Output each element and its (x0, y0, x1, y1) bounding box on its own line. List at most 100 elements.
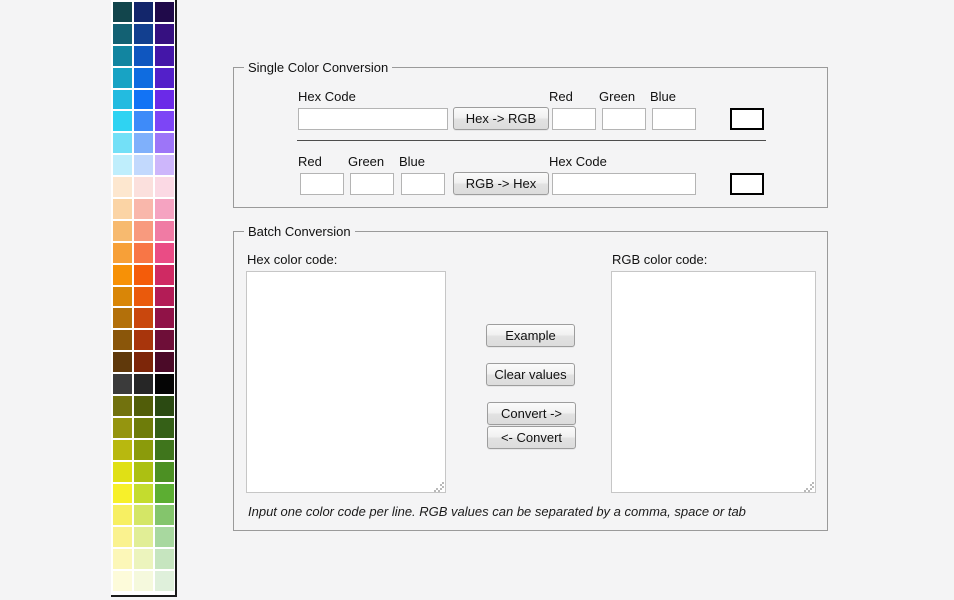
rgb-color-code-textarea[interactable] (611, 271, 816, 493)
palette-swatch-14-2[interactable] (155, 308, 174, 328)
rgb-to-hex-button[interactable]: RGB -> Hex (453, 172, 549, 195)
color-palette[interactable] (111, 0, 177, 597)
palette-swatch-26-0[interactable] (113, 571, 132, 591)
palette-swatch-2-0[interactable] (113, 46, 132, 66)
convert-right-button[interactable]: Convert -> (487, 402, 576, 425)
palette-swatch-15-2[interactable] (155, 330, 174, 350)
example-button[interactable]: Example (486, 324, 575, 347)
palette-swatch-24-0[interactable] (113, 527, 132, 547)
palette-swatch-6-0[interactable] (113, 133, 132, 153)
palette-swatch-7-0[interactable] (113, 155, 132, 175)
palette-swatch-6-1[interactable] (134, 133, 153, 153)
palette-swatch-4-1[interactable] (134, 90, 153, 110)
palette-swatch-12-1[interactable] (134, 265, 153, 285)
palette-swatch-22-1[interactable] (134, 484, 153, 504)
palette-swatch-9-2[interactable] (155, 199, 174, 219)
palette-swatch-17-2[interactable] (155, 374, 174, 394)
palette-swatch-16-2[interactable] (155, 352, 174, 372)
palette-swatch-21-2[interactable] (155, 462, 174, 482)
palette-swatch-3-0[interactable] (113, 68, 132, 88)
palette-swatch-21-1[interactable] (134, 462, 153, 482)
palette-swatch-24-2[interactable] (155, 527, 174, 547)
palette-swatch-19-1[interactable] (134, 418, 153, 438)
palette-swatch-23-1[interactable] (134, 505, 153, 525)
palette-swatch-23-2[interactable] (155, 505, 174, 525)
green-input-row2[interactable] (350, 173, 394, 195)
palette-swatch-4-2[interactable] (155, 90, 174, 110)
palette-swatch-19-2[interactable] (155, 418, 174, 438)
red-input-row2[interactable] (300, 173, 344, 195)
palette-swatch-5-0[interactable] (113, 111, 132, 131)
palette-swatch-10-1[interactable] (134, 221, 153, 241)
palette-swatch-18-2[interactable] (155, 396, 174, 416)
palette-swatch-1-2[interactable] (155, 24, 174, 44)
palette-swatch-4-0[interactable] (113, 90, 132, 110)
palette-swatch-16-1[interactable] (134, 352, 153, 372)
palette-swatch-18-1[interactable] (134, 396, 153, 416)
palette-swatch-17-0[interactable] (113, 374, 132, 394)
hex-to-rgb-button[interactable]: Hex -> RGB (453, 107, 549, 130)
palette-swatch-3-2[interactable] (155, 68, 174, 88)
palette-swatch-14-1[interactable] (134, 308, 153, 328)
palette-swatch-6-2[interactable] (155, 133, 174, 153)
palette-swatch-7-1[interactable] (134, 155, 153, 175)
palette-swatch-0-2[interactable] (155, 2, 174, 22)
palette-swatch-23-0[interactable] (113, 505, 132, 525)
palette-swatch-3-1[interactable] (134, 68, 153, 88)
clear-values-button[interactable]: Clear values (486, 363, 575, 386)
palette-swatch-5-2[interactable] (155, 111, 174, 131)
palette-swatch-14-0[interactable] (113, 308, 132, 328)
palette-swatch-5-1[interactable] (134, 111, 153, 131)
palette-swatch-11-1[interactable] (134, 243, 153, 263)
palette-row (113, 155, 174, 175)
palette-swatch-16-0[interactable] (113, 352, 132, 372)
palette-swatch-12-0[interactable] (113, 265, 132, 285)
palette-swatch-13-1[interactable] (134, 287, 153, 307)
palette-swatch-9-1[interactable] (134, 199, 153, 219)
palette-swatch-22-2[interactable] (155, 484, 174, 504)
palette-swatch-10-0[interactable] (113, 221, 132, 241)
palette-swatch-13-0[interactable] (113, 287, 132, 307)
hex-code-input-row2[interactable] (552, 173, 696, 195)
palette-swatch-20-1[interactable] (134, 440, 153, 460)
palette-swatch-9-0[interactable] (113, 199, 132, 219)
palette-swatch-26-1[interactable] (134, 571, 153, 591)
palette-swatch-2-1[interactable] (134, 46, 153, 66)
blue-input-row1[interactable] (652, 108, 696, 130)
blue-input-row2[interactable] (401, 173, 445, 195)
palette-swatch-1-1[interactable] (134, 24, 153, 44)
convert-left-button[interactable]: <- Convert (487, 426, 576, 449)
palette-swatch-0-0[interactable] (113, 2, 132, 22)
palette-swatch-22-0[interactable] (113, 484, 132, 504)
palette-row (113, 111, 174, 131)
palette-swatch-2-2[interactable] (155, 46, 174, 66)
palette-swatch-0-1[interactable] (134, 2, 153, 22)
palette-swatch-10-2[interactable] (155, 221, 174, 241)
red-input-row1[interactable] (552, 108, 596, 130)
palette-swatch-15-1[interactable] (134, 330, 153, 350)
palette-swatch-13-2[interactable] (155, 287, 174, 307)
palette-swatch-8-2[interactable] (155, 177, 174, 197)
palette-swatch-25-1[interactable] (134, 549, 153, 569)
palette-swatch-17-1[interactable] (134, 374, 153, 394)
green-input-row1[interactable] (602, 108, 646, 130)
palette-swatch-7-2[interactable] (155, 155, 174, 175)
palette-swatch-12-2[interactable] (155, 265, 174, 285)
palette-swatch-21-0[interactable] (113, 462, 132, 482)
palette-swatch-26-2[interactable] (155, 571, 174, 591)
palette-swatch-15-0[interactable] (113, 330, 132, 350)
palette-swatch-8-0[interactable] (113, 177, 132, 197)
palette-swatch-1-0[interactable] (113, 24, 132, 44)
hex-color-code-textarea[interactable] (246, 271, 446, 493)
palette-swatch-19-0[interactable] (113, 418, 132, 438)
palette-swatch-8-1[interactable] (134, 177, 153, 197)
palette-swatch-11-2[interactable] (155, 243, 174, 263)
palette-swatch-20-0[interactable] (113, 440, 132, 460)
palette-swatch-18-0[interactable] (113, 396, 132, 416)
palette-swatch-24-1[interactable] (134, 527, 153, 547)
hex-code-input-row1[interactable] (298, 108, 448, 130)
palette-swatch-25-2[interactable] (155, 549, 174, 569)
palette-swatch-25-0[interactable] (113, 549, 132, 569)
palette-swatch-11-0[interactable] (113, 243, 132, 263)
palette-swatch-20-2[interactable] (155, 440, 174, 460)
